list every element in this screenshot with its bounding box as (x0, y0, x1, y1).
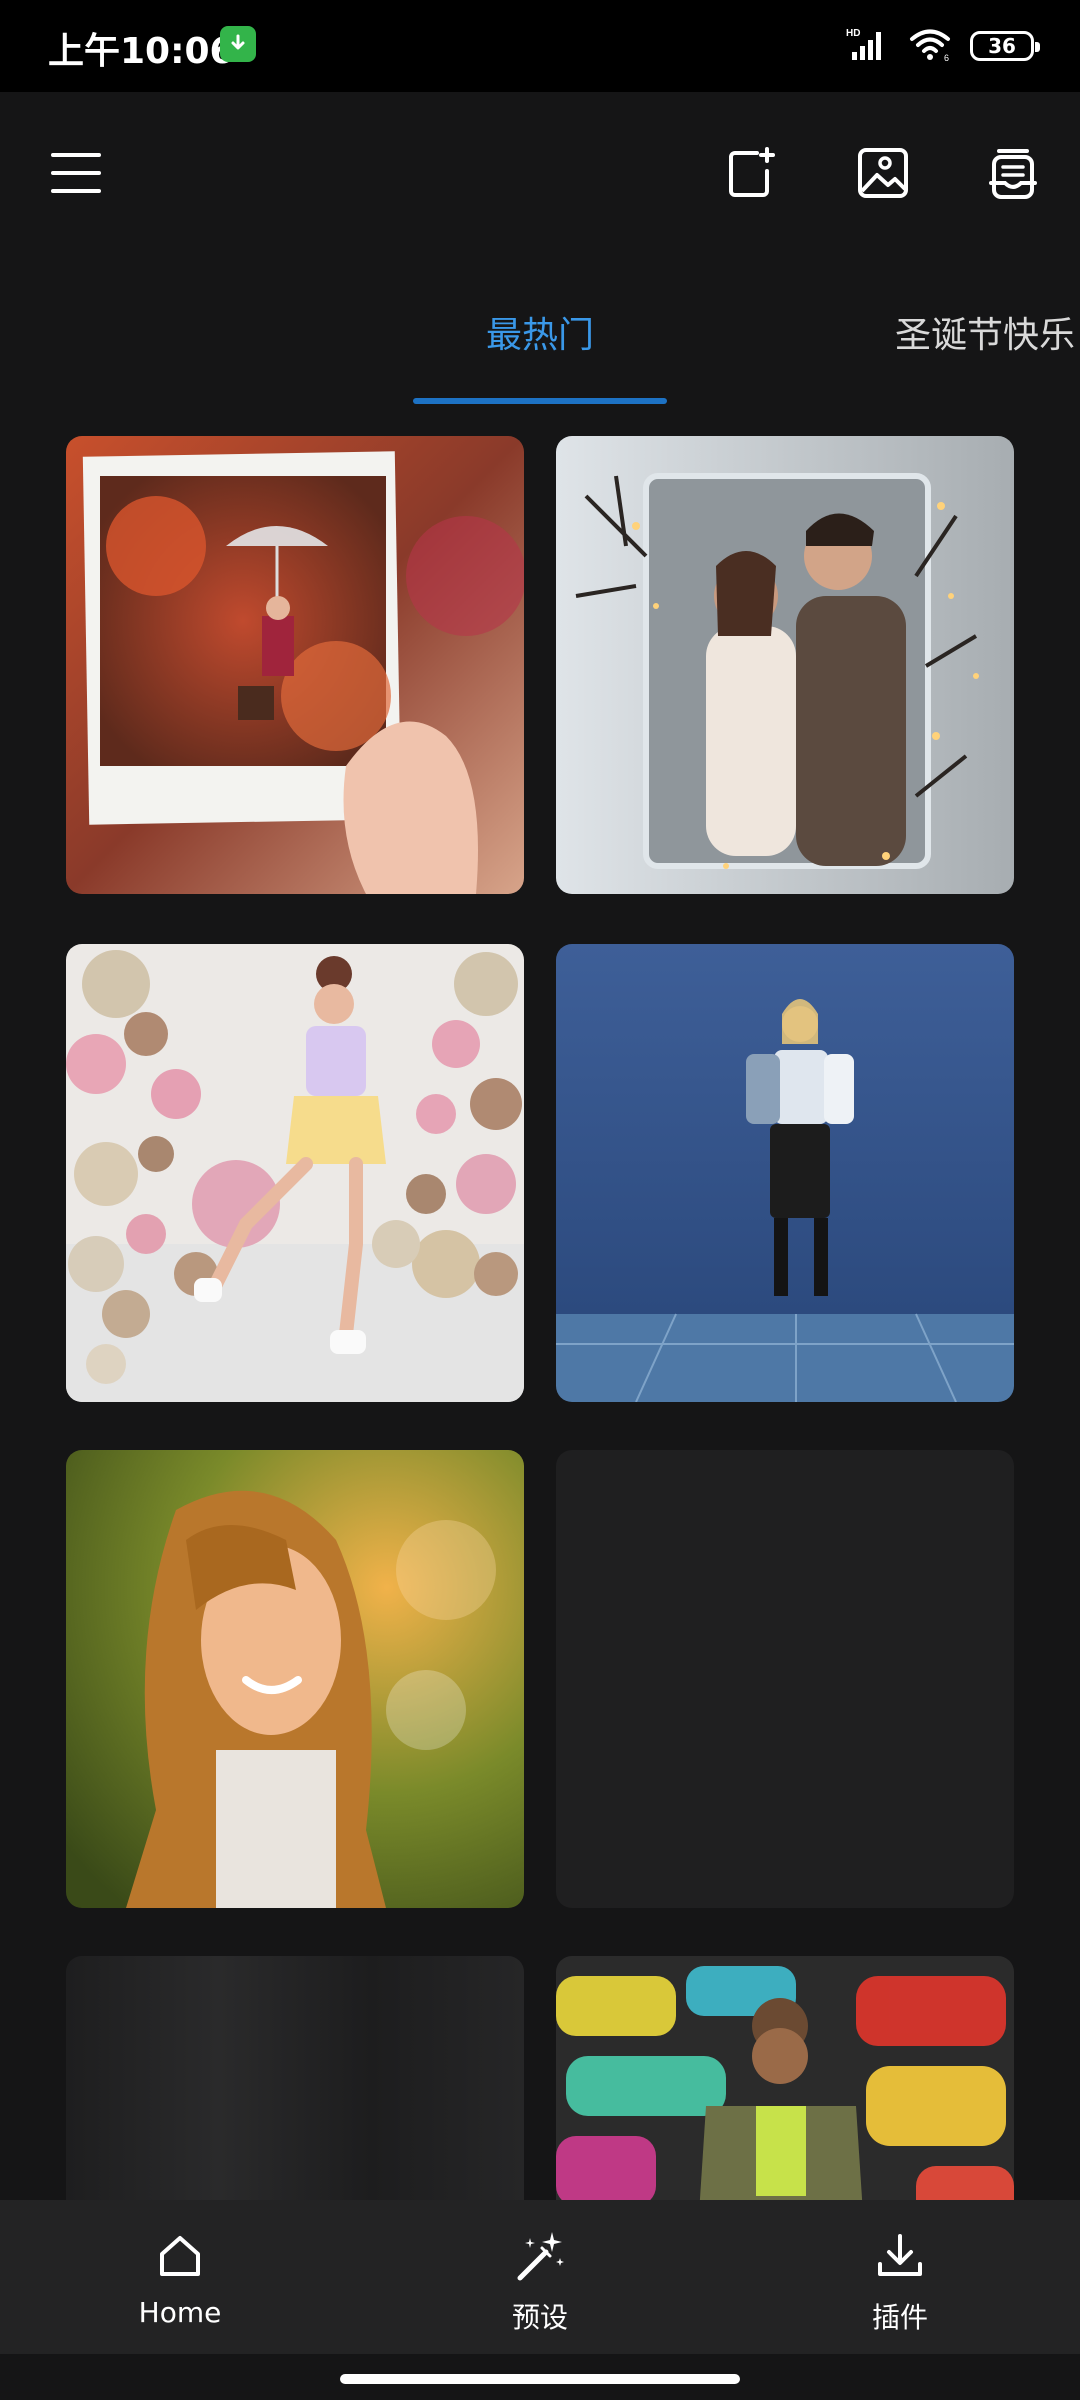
hd-signal-icon: HD (846, 26, 890, 66)
nav-presets-label: 预设 (511, 2301, 568, 2334)
winter-couple-image (556, 436, 1014, 894)
template-card[interactable] (66, 1450, 524, 1908)
top-toolbar (0, 92, 1080, 254)
loading-placeholder[interactable] (66, 1956, 524, 2201)
blue-studio-fashion-image (556, 944, 1014, 1402)
template-card[interactable] (66, 436, 524, 894)
svg-text:6: 6 (944, 53, 949, 62)
new-canvas-icon[interactable] (716, 138, 786, 208)
template-card[interactable] (556, 1956, 1014, 2201)
battery-icon: 36 (970, 31, 1040, 61)
loading-placeholder[interactable] (556, 1450, 1014, 1908)
template-card[interactable] (556, 944, 1014, 1402)
sunlit-portrait-image (66, 1450, 524, 1908)
status-bar: 上午10:06 HD 6 36 (0, 0, 1080, 92)
home-icon (152, 2228, 208, 2284)
gesture-area (0, 2354, 1080, 2400)
balloon-party-image (66, 944, 524, 1402)
category-tabs: 最热门 圣诞节快乐 (0, 254, 1080, 404)
menu-icon[interactable] (42, 138, 112, 208)
magic-wand-icon (512, 2228, 568, 2284)
tab-merry-christmas[interactable]: 圣诞节快乐 (895, 306, 1075, 358)
status-icons: HD 6 36 (846, 26, 1040, 66)
status-time: 上午10:06 (48, 31, 235, 72)
download-notification-icon (220, 26, 256, 62)
svg-text:HD: HD (846, 28, 860, 39)
autumn-polaroid-image (66, 436, 524, 894)
nav-plugins-label: 插件 (871, 2301, 928, 2334)
download-icon (872, 2228, 928, 2284)
tab-most-popular[interactable]: 最热门 (486, 306, 594, 358)
template-card[interactable] (66, 944, 524, 1402)
nav-home[interactable]: Home (0, 2200, 360, 2354)
wifi-icon: 6 (908, 26, 952, 66)
graffiti-wall-image (556, 1956, 1014, 2201)
nav-plugins[interactable]: 插件 (720, 2200, 1080, 2354)
bottom-navigation: Home 预设 插件 (0, 2200, 1080, 2354)
nav-presets[interactable]: 预设 (360, 2200, 720, 2354)
battery-level: 36 (988, 34, 1016, 58)
templates-icon[interactable] (978, 138, 1048, 208)
nav-home-label: Home (138, 2296, 222, 2329)
template-grid (0, 436, 1080, 2201)
image-icon[interactable] (848, 138, 918, 208)
home-indicator[interactable] (340, 2374, 740, 2384)
template-card[interactable] (556, 436, 1014, 894)
active-tab-indicator (413, 398, 667, 404)
